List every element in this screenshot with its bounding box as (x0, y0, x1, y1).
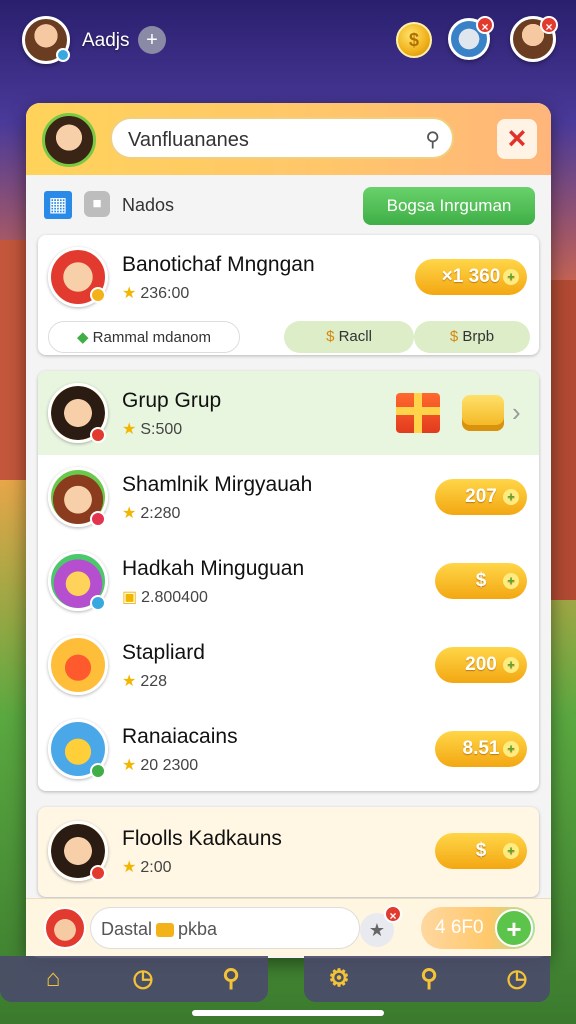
home-indicator (192, 1010, 384, 1016)
search-value: Vanfluananes (128, 129, 249, 151)
item-score: ★ 2:00 (122, 859, 172, 876)
star-icon: ★ (122, 421, 137, 438)
item-score: ★ 228 (122, 673, 168, 690)
search-input[interactable]: Vanfluananes ⚲ (110, 117, 454, 159)
reward-pill[interactable]: 200 + (435, 647, 527, 683)
coin-icon: $ (449, 328, 463, 345)
tab-item[interactable]: $ Brpb (414, 321, 530, 353)
search-icon[interactable]: ⚲ (425, 127, 440, 152)
tag-icon (156, 923, 175, 938)
chat-avatar[interactable] (44, 907, 86, 949)
status-badge (90, 763, 106, 779)
friends-panel: Vanfluananes ⚲ × ▦ ■ Nados Bogsa Inrguma… (26, 103, 551, 958)
gear-icon[interactable]: ⚙ (322, 962, 356, 996)
plus-icon: + (503, 489, 519, 505)
chat-text: Dastal pkba (101, 919, 218, 939)
close-icon[interactable]: × (540, 16, 558, 34)
panel-toolbar: ▦ ■ Nados Bogsa Inrguman (26, 181, 551, 229)
list-item[interactable]: Hadkah Minguguan ▣ 2.800400 $ + (38, 539, 539, 623)
grid-icon[interactable]: ▦ (44, 191, 72, 219)
tab-item[interactable]: ◆ Rammal mdanom (48, 321, 240, 353)
panel-header: Vanfluananes ⚲ × (26, 103, 551, 175)
star-icon: ★ (122, 673, 137, 690)
list-item[interactable]: Stapliard ★ 228 200 + (38, 623, 539, 707)
invite-button[interactable]: Bogsa Inrguman (363, 187, 535, 225)
item-title: Banotichaf Mngngan (122, 253, 315, 276)
item-title: Hadkah Minguguan (122, 557, 305, 580)
coin-icon: ▣ (122, 589, 138, 606)
status-badge (90, 865, 106, 881)
avatar (48, 635, 108, 695)
item-title: Grup Grup (122, 389, 222, 412)
coins-icon[interactable] (462, 395, 504, 431)
reward-pill[interactable]: ×1 360 + (415, 259, 527, 295)
list-item[interactable]: Shamlnik Mirgyauah ★ 2:280 207 + (38, 455, 539, 539)
item-score: ★ 2:280 (122, 505, 181, 522)
coin-icon[interactable]: $ (396, 22, 432, 58)
close-icon[interactable]: × (497, 119, 537, 159)
chevron-right-icon[interactable]: › (512, 397, 521, 428)
close-icon[interactable]: × (476, 16, 494, 34)
clock-icon[interactable]: ◷ (126, 962, 160, 996)
plus-icon[interactable]: + (138, 26, 166, 54)
gift-icon[interactable] (396, 393, 440, 433)
item-score: ★ 236:00 (122, 285, 190, 302)
chat-bar: Dastal pkba ★ × 4 6F0 + (26, 898, 551, 956)
item-score: ★ 20 2300 (122, 757, 199, 774)
item-score: ▣ 2.800400 (122, 589, 208, 606)
toolbar-label: Nados (122, 195, 175, 215)
avatar-badge (56, 48, 70, 62)
plus-icon: + (503, 269, 519, 285)
list-item[interactable]: Banotichaf Mngngan ★ 236:00 ×1 360 + (38, 235, 539, 319)
coin-icon: $ (475, 840, 487, 861)
plus-icon: + (503, 843, 519, 859)
check-icon: ◆ (76, 329, 93, 346)
last-card: Floolls Kadkauns ★ 2:00 $ + (38, 807, 539, 897)
status-badge (90, 595, 106, 611)
lock-icon[interactable]: ■ (84, 191, 110, 217)
star-icon: ★ (122, 505, 137, 522)
featured-tabs: ◆ Rammal mdanom $ Racll $ Brpb (48, 321, 530, 353)
plus-icon: + (503, 741, 519, 757)
item-title: Ranaiacains (122, 725, 238, 748)
status-badge (90, 287, 106, 303)
item-title: Floolls Kadkauns (122, 827, 282, 850)
star-icon: ★ (122, 757, 137, 774)
search-icon[interactable]: ⚲ (412, 962, 446, 996)
list-item[interactable]: Ranaiacains ★ 20 2300 8.51 + (38, 707, 539, 791)
friends-list: Grup Grup ★ S:500 › Shamlnik Mirgyauah ★ 2… (38, 371, 539, 791)
star-icon: ★ (122, 285, 137, 302)
item-title: Stapliard (122, 641, 205, 664)
reward-pill[interactable]: $ + (435, 563, 527, 599)
close-icon[interactable]: × (384, 905, 402, 923)
top-bar: Aadjs + $ × × (0, 0, 576, 80)
coin-icon: $ (475, 570, 487, 591)
status-badge (90, 427, 106, 443)
home-icon[interactable]: ⌂ (36, 962, 70, 996)
chat-input[interactable]: Dastal pkba (90, 907, 360, 949)
wrench-icon[interactable]: ⚲ (214, 962, 248, 996)
coin-icon: $ (326, 328, 339, 345)
item-score: ★ S:500 (122, 421, 183, 438)
status-badge (90, 511, 106, 527)
panel-avatar[interactable] (42, 113, 96, 167)
list-item[interactable]: Floolls Kadkauns ★ 2:00 $ + (38, 809, 539, 893)
info-icon[interactable]: ◷ (500, 962, 534, 996)
tab-item[interactable]: $ Racll (284, 321, 414, 353)
reward-pill[interactable]: 8.51 + (435, 731, 527, 767)
plus-icon: + (503, 573, 519, 589)
item-title: Shamlnik Mirgyauah (122, 473, 313, 496)
reward-pill[interactable]: $ + (435, 833, 527, 869)
featured-card: Banotichaf Mngngan ★ 236:00 ×1 360 + ◆ Ram… (38, 235, 539, 355)
star-icon: ★ (122, 859, 137, 876)
reward-pill[interactable]: 207 + (435, 479, 527, 515)
plus-icon[interactable]: + (495, 909, 533, 947)
list-item[interactable]: Grup Grup ★ S:500 › (38, 371, 539, 455)
plus-icon: + (503, 657, 519, 673)
player-name: Aadjs (82, 30, 130, 51)
